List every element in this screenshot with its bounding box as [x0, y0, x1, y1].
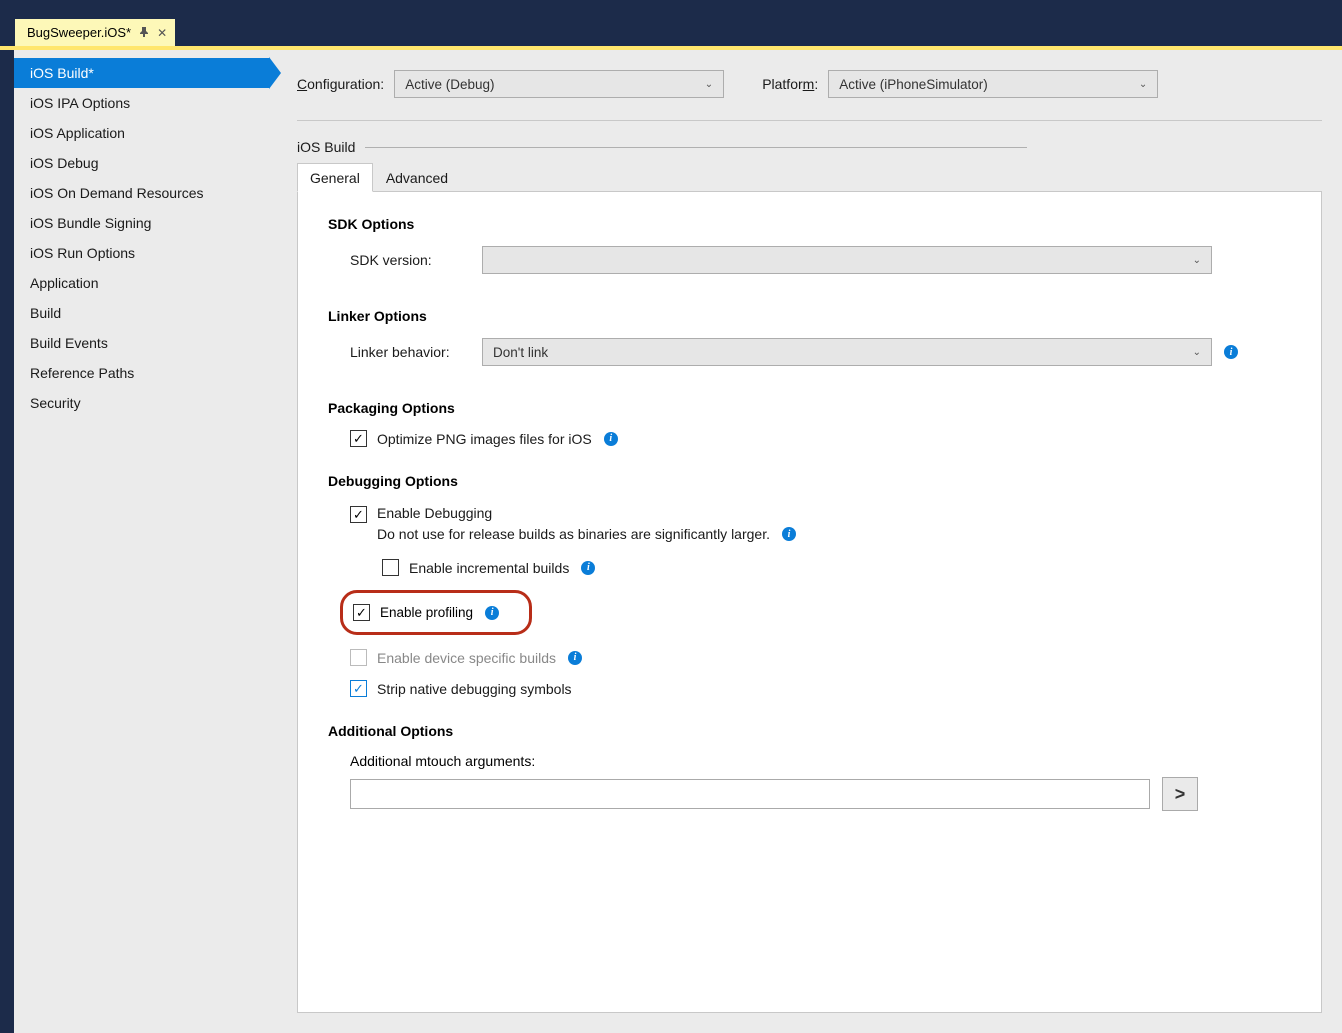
sidebar-item-ios-ipa-options[interactable]: iOS IPA Options [14, 88, 269, 118]
checkbox-icon[interactable] [350, 680, 367, 697]
document-tab-row: BugSweeper.iOS* ✕ [0, 18, 1342, 46]
sidebar-item-ios-run-options[interactable]: iOS Run Options [14, 238, 269, 268]
sidebar-item-security[interactable]: Security [14, 388, 269, 418]
chevron-down-icon: ⌄ [1193, 347, 1201, 358]
info-icon[interactable]: i [568, 651, 582, 665]
checkbox-icon [350, 649, 367, 666]
tab-strip: General Advanced [297, 163, 1322, 192]
mtouch-arguments-input[interactable] [350, 779, 1150, 809]
pin-icon[interactable] [139, 26, 149, 40]
tab-advanced[interactable]: Advanced [373, 163, 461, 191]
checkbox-enable-profiling-highlighted[interactable]: Enable profiling i [340, 590, 532, 635]
chevron-down-icon: ⌄ [1193, 255, 1201, 266]
mtouch-label: Additional mtouch arguments: [328, 753, 1303, 769]
tab-general[interactable]: General [297, 163, 373, 192]
linker-behavior-label: Linker behavior: [350, 344, 482, 360]
sidebar-item-ios-build[interactable]: iOS Build* [14, 58, 269, 88]
info-icon[interactable]: i [485, 606, 499, 620]
checkbox-icon[interactable] [353, 604, 370, 621]
sidebar-item-build-events[interactable]: Build Events [14, 328, 269, 358]
linker-behavior-row: Linker behavior: Don't link ⌄ i [328, 338, 1303, 366]
chevron-down-icon: ⌄ [705, 79, 713, 90]
checkbox-icon[interactable] [350, 506, 367, 523]
sidebar-item-ios-ondemand[interactable]: iOS On Demand Resources [14, 178, 269, 208]
sidebar-item-ios-bundle-signing[interactable]: iOS Bundle Signing [14, 208, 269, 238]
group-linker-options: Linker Options [328, 308, 1303, 324]
info-icon[interactable]: i [1224, 345, 1238, 359]
mtouch-input-row: > [328, 777, 1303, 811]
title-bar [0, 0, 1342, 18]
group-debugging-options: Debugging Options [328, 473, 1303, 489]
sdk-version-row: SDK version: ⌄ [328, 246, 1303, 274]
checkbox-optimize-png[interactable]: Optimize PNG images files for iOS i [328, 430, 1303, 447]
sidebar-item-reference-paths[interactable]: Reference Paths [14, 358, 269, 388]
sidebar-item-build[interactable]: Build [14, 298, 269, 328]
checkbox-icon[interactable] [382, 559, 399, 576]
config-row: Configuration: Active (Debug) ⌄ Platform… [297, 70, 1322, 121]
checkbox-incremental-builds[interactable]: Enable incremental builds i [328, 559, 1303, 576]
info-icon[interactable]: i [581, 561, 595, 575]
document-tab[interactable]: BugSweeper.iOS* ✕ [15, 19, 175, 46]
platform-label: Platform: [762, 76, 818, 92]
linker-behavior-dropdown[interactable]: Don't link ⌄ [482, 338, 1212, 366]
chevron-down-icon: ⌄ [1139, 79, 1147, 90]
inner-content: SDK Options SDK version: ⌄ Linker Option… [297, 192, 1322, 1013]
document-tab-title: BugSweeper.iOS* [27, 25, 131, 40]
configuration-dropdown[interactable]: Active (Debug) ⌄ [394, 70, 724, 98]
close-icon[interactable]: ✕ [157, 26, 167, 40]
checkbox-strip-symbols[interactable]: Strip native debugging symbols [328, 680, 1303, 697]
info-icon[interactable]: i [604, 432, 618, 446]
checkbox-device-specific-builds: Enable device specific builds i [328, 649, 1303, 666]
checkbox-enable-debugging[interactable]: Enable Debugging Do not use for release … [328, 503, 1303, 545]
sidebar: iOS Build* iOS IPA Options iOS Applicati… [14, 50, 269, 1033]
sdk-version-label: SDK version: [350, 252, 482, 268]
platform-dropdown[interactable]: Active (iPhoneSimulator) ⌄ [828, 70, 1158, 98]
checkbox-icon[interactable] [350, 430, 367, 447]
sdk-version-dropdown[interactable]: ⌄ [482, 246, 1212, 274]
more-button[interactable]: > [1162, 777, 1198, 811]
group-additional-options: Additional Options [328, 723, 1303, 739]
section-header: iOS Build [297, 139, 1027, 155]
info-icon[interactable]: i [782, 527, 796, 541]
sidebar-item-ios-debug[interactable]: iOS Debug [14, 148, 269, 178]
group-sdk-options: SDK Options [328, 216, 1303, 232]
sidebar-item-application[interactable]: Application [14, 268, 269, 298]
main-panel: Configuration: Active (Debug) ⌄ Platform… [269, 50, 1342, 1033]
group-packaging-options: Packaging Options [328, 400, 1303, 416]
sidebar-item-ios-application[interactable]: iOS Application [14, 118, 269, 148]
configuration-label: Configuration: [297, 76, 384, 92]
